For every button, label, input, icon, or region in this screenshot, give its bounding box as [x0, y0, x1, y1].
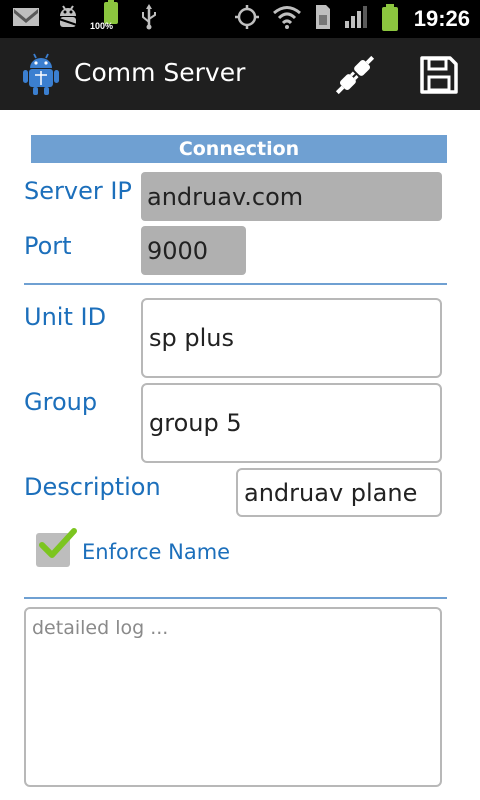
battery-percent: 100%: [90, 21, 114, 31]
log-textarea[interactable]: detailed log ...: [24, 607, 442, 787]
group-label: Group: [24, 388, 98, 416]
divider: [24, 283, 447, 285]
plug-icon: [335, 55, 375, 95]
port-label: Port: [24, 232, 72, 260]
unit-id-label: Unit ID: [24, 303, 107, 331]
battery-icon: [381, 4, 398, 31]
log-placeholder: detailed log ...: [32, 617, 169, 639]
action-bar: Comm Server: [0, 38, 480, 110]
divider: [24, 597, 447, 599]
description-field[interactable]: andruav plane: [236, 468, 442, 517]
save-icon: [420, 56, 458, 94]
signal-icon: [344, 5, 370, 33]
usb-icon: [140, 4, 158, 34]
wifi-icon: [272, 5, 302, 33]
server-ip-label: Server IP: [24, 177, 132, 205]
battery-charging-icon: 100%: [90, 0, 126, 34]
notification-icons: 100%: [12, 0, 158, 34]
unit-id-field[interactable]: sp plus: [141, 298, 442, 378]
android-debug-icon: [54, 4, 82, 34]
checkmark-icon: [39, 528, 77, 558]
system-icons: 19:26: [234, 4, 470, 34]
app-title: Comm Server: [74, 58, 246, 87]
sim-icon: [314, 4, 332, 34]
clock: 19:26: [413, 6, 470, 31]
group-field[interactable]: group 5: [141, 383, 442, 463]
enforce-name-label[interactable]: Enforce Name: [82, 540, 230, 564]
save-button[interactable]: [414, 50, 464, 100]
connect-button[interactable]: [330, 50, 380, 100]
server-ip-field[interactable]: andruav.com: [141, 172, 442, 221]
description-label: Description: [24, 473, 161, 501]
gmail-icon: [12, 6, 40, 32]
connection-section-header: Connection: [31, 135, 447, 163]
app-logo-icon[interactable]: [22, 52, 60, 96]
gps-icon: [234, 4, 260, 34]
port-field[interactable]: 9000: [141, 226, 246, 275]
enforce-name-checkbox[interactable]: [36, 528, 77, 567]
status-bar: 100% 19:26: [0, 0, 480, 38]
